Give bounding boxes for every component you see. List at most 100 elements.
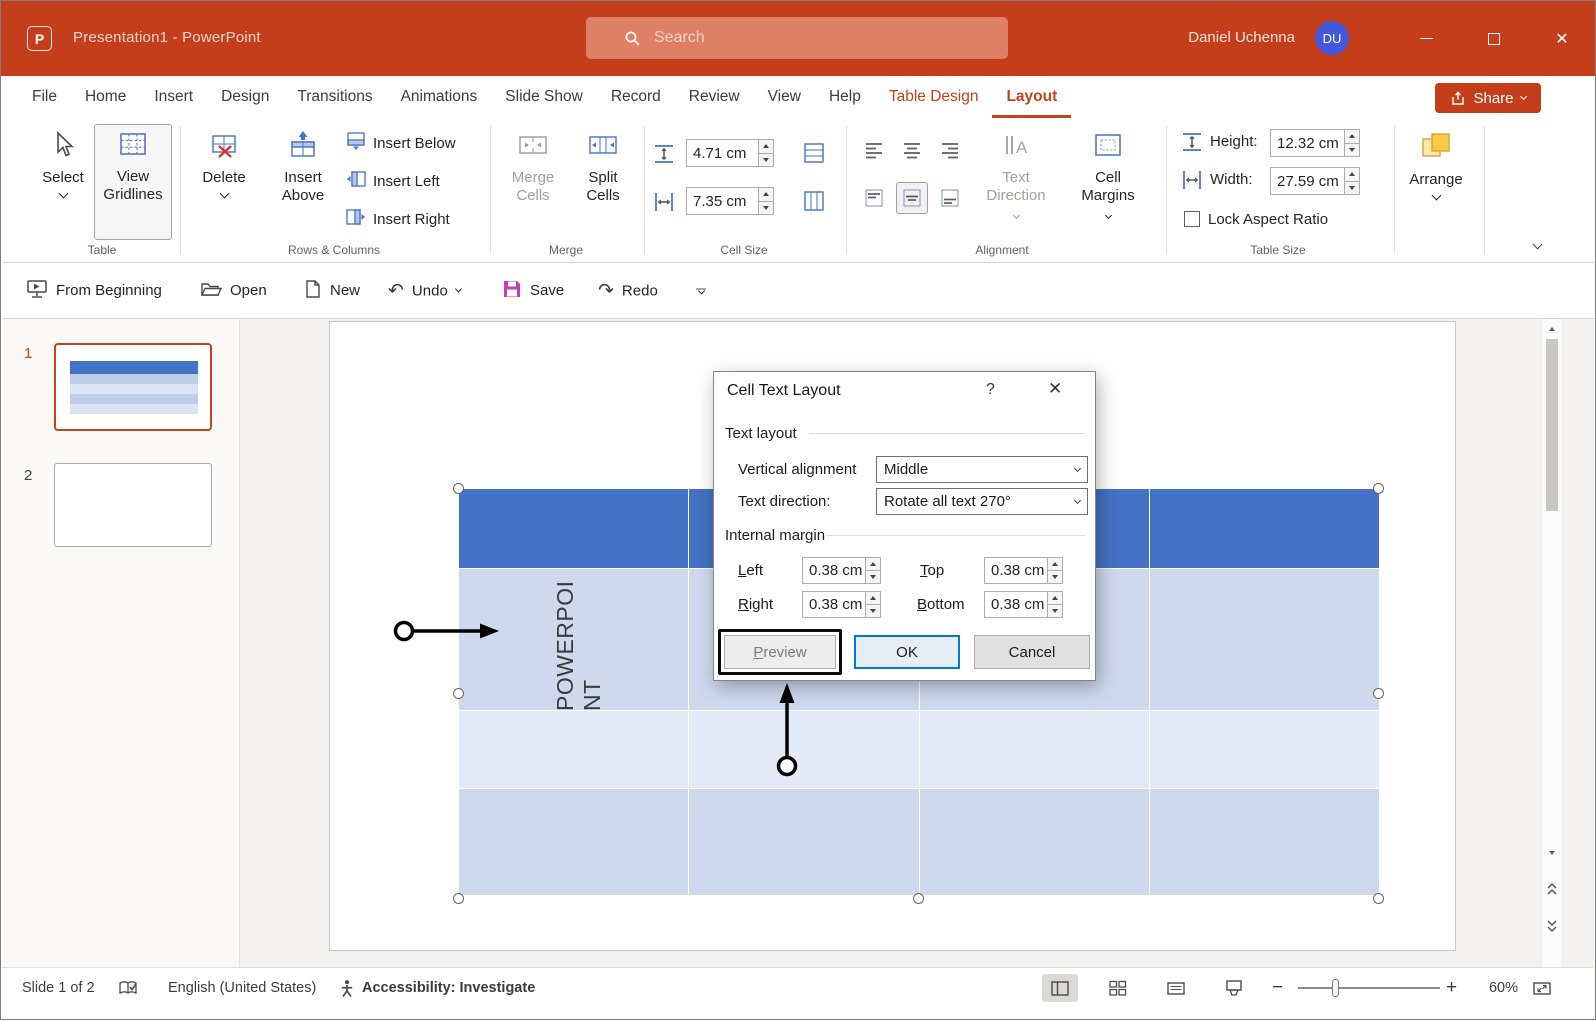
spin-down[interactable] bbox=[759, 153, 773, 167]
search-box[interactable] bbox=[586, 17, 1008, 59]
cancel-button[interactable]: Cancel bbox=[974, 635, 1090, 669]
ok-button[interactable]: OK bbox=[854, 635, 960, 669]
tab-review[interactable]: Review bbox=[675, 76, 754, 118]
user-name[interactable]: Daniel Uchenna bbox=[1188, 29, 1295, 46]
cell-height-field[interactable] bbox=[686, 139, 774, 167]
spin-down[interactable] bbox=[1048, 604, 1062, 617]
spin-up[interactable] bbox=[759, 140, 773, 153]
cell-width-input[interactable] bbox=[687, 188, 758, 214]
lock-aspect-ratio-checkbox[interactable] bbox=[1184, 211, 1200, 227]
powerpoint-logo-icon[interactable]: P bbox=[27, 26, 52, 51]
table-resize-handle[interactable] bbox=[913, 893, 924, 904]
distribute-columns-button[interactable] bbox=[798, 185, 830, 217]
table-cell[interactable] bbox=[1150, 711, 1379, 788]
table-width-field[interactable] bbox=[1270, 167, 1360, 195]
redo-button[interactable]: ↷ Redo bbox=[598, 281, 658, 300]
spin-down[interactable] bbox=[866, 570, 880, 583]
spin-up[interactable] bbox=[866, 558, 880, 570]
spin-up[interactable] bbox=[1345, 130, 1359, 143]
reading-view-button[interactable] bbox=[1158, 974, 1194, 1002]
cell-height-input[interactable] bbox=[687, 140, 758, 166]
align-right-button[interactable] bbox=[934, 134, 966, 166]
table-cell[interactable] bbox=[689, 711, 919, 788]
top-margin-field[interactable] bbox=[984, 557, 1063, 584]
spell-check-icon[interactable] bbox=[118, 976, 138, 1000]
insert-left-button[interactable]: Insert Left bbox=[346, 168, 440, 194]
tab-home[interactable]: Home bbox=[71, 76, 140, 118]
share-button[interactable]: Share bbox=[1435, 83, 1541, 113]
insert-above-button[interactable]: Insert Above bbox=[268, 126, 338, 238]
slide-2-thumbnail[interactable] bbox=[54, 463, 212, 547]
search-input[interactable] bbox=[654, 29, 954, 47]
fit-to-window-button[interactable] bbox=[1524, 974, 1560, 1002]
table-cell[interactable] bbox=[1150, 489, 1379, 568]
text-direction-dropdown[interactable]: Rotate all text 270° bbox=[876, 488, 1088, 515]
vertical-scrollbar[interactable] bbox=[1541, 319, 1561, 967]
table-height-field[interactable] bbox=[1270, 129, 1360, 157]
slide-sorter-view-button[interactable] bbox=[1100, 974, 1136, 1002]
table-resize-handle[interactable] bbox=[1373, 688, 1384, 699]
open-button[interactable]: Open bbox=[200, 278, 267, 304]
right-margin-input[interactable] bbox=[803, 592, 865, 617]
new-button[interactable]: New bbox=[302, 279, 360, 303]
table-cell[interactable] bbox=[689, 789, 919, 895]
table-cell[interactable] bbox=[459, 711, 689, 788]
avatar[interactable]: DU bbox=[1315, 21, 1349, 55]
tab-insert[interactable]: Insert bbox=[140, 76, 207, 118]
table-cell[interactable] bbox=[920, 711, 1150, 788]
zoom-slider-thumb[interactable] bbox=[1332, 979, 1339, 997]
table-cell[interactable] bbox=[920, 789, 1150, 895]
bottom-margin-spinner[interactable] bbox=[1047, 592, 1062, 617]
arrange-button[interactable]: Arrange bbox=[1398, 126, 1474, 238]
close-button[interactable]: ✕ bbox=[1529, 1, 1595, 76]
cell-width-field[interactable] bbox=[686, 187, 774, 215]
bottom-margin-field[interactable] bbox=[984, 591, 1063, 618]
dialog-help-button[interactable]: ? bbox=[986, 381, 995, 399]
table-resize-handle[interactable] bbox=[453, 483, 464, 494]
align-top-button[interactable] bbox=[858, 182, 890, 214]
align-left-button[interactable] bbox=[858, 134, 890, 166]
top-margin-input[interactable] bbox=[985, 558, 1047, 583]
table-resize-handle[interactable] bbox=[1373, 483, 1384, 494]
vertical-alignment-dropdown[interactable]: Middle bbox=[876, 456, 1088, 483]
left-margin-field[interactable] bbox=[802, 557, 881, 584]
collapse-ribbon-button[interactable] bbox=[1524, 236, 1550, 256]
spin-down[interactable] bbox=[759, 201, 773, 215]
slideshow-view-button[interactable] bbox=[1216, 974, 1252, 1002]
tab-animations[interactable]: Animations bbox=[387, 76, 492, 118]
left-margin-spinner[interactable] bbox=[865, 558, 880, 583]
spin-up[interactable] bbox=[1048, 558, 1062, 570]
previous-slide-button[interactable] bbox=[1542, 875, 1562, 903]
table-cell[interactable] bbox=[459, 789, 689, 895]
spin-up[interactable] bbox=[1048, 592, 1062, 604]
spin-up[interactable] bbox=[1345, 168, 1359, 181]
left-margin-input[interactable] bbox=[803, 558, 865, 583]
table-width-input[interactable] bbox=[1271, 168, 1344, 194]
cell-margins-button[interactable]: Cell Margins bbox=[1064, 126, 1152, 238]
spin-down[interactable] bbox=[1345, 181, 1359, 195]
view-gridlines-toggle[interactable]: View Gridlines bbox=[94, 124, 172, 240]
scroll-up-button[interactable] bbox=[1542, 319, 1562, 339]
spin-down[interactable] bbox=[1048, 570, 1062, 583]
insert-right-button[interactable]: Insert Right bbox=[346, 206, 450, 232]
table-cell[interactable] bbox=[1150, 789, 1379, 895]
spin-down[interactable] bbox=[1345, 143, 1359, 157]
tab-layout[interactable]: Layout bbox=[992, 76, 1071, 118]
tab-table-design[interactable]: Table Design bbox=[875, 76, 993, 118]
center-vertically-button[interactable] bbox=[896, 182, 928, 214]
table-height-input[interactable] bbox=[1271, 130, 1344, 156]
select-button[interactable]: Select bbox=[36, 126, 90, 238]
slide-indicator[interactable]: Slide 1 of 2 bbox=[22, 976, 95, 1000]
insert-below-button[interactable]: Insert Below bbox=[346, 130, 456, 156]
undo-button[interactable]: ↶ Undo bbox=[388, 281, 461, 300]
table-height-spinner[interactable] bbox=[1344, 130, 1359, 156]
top-margin-spinner[interactable] bbox=[1047, 558, 1062, 583]
table-cell[interactable] bbox=[459, 489, 689, 568]
align-bottom-button[interactable] bbox=[934, 182, 966, 214]
language-indicator[interactable]: English (United States) bbox=[168, 976, 316, 1000]
spin-up[interactable] bbox=[759, 188, 773, 201]
from-beginning-button[interactable]: From Beginning bbox=[26, 278, 162, 304]
right-margin-spinner[interactable] bbox=[865, 592, 880, 617]
spin-down[interactable] bbox=[866, 604, 880, 617]
tab-transitions[interactable]: Transitions bbox=[283, 76, 386, 118]
